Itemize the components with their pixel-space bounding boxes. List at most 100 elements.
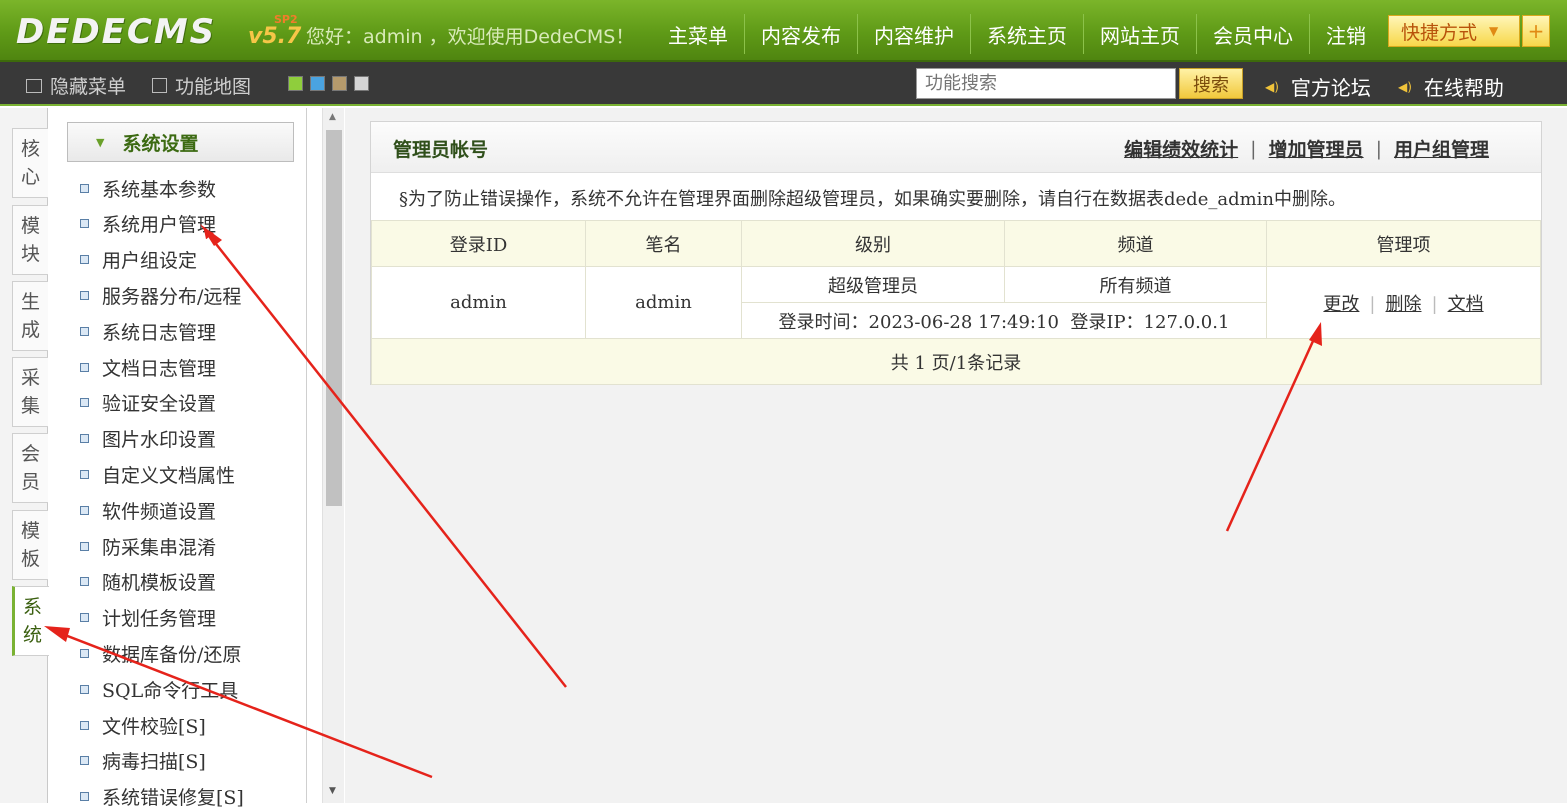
menu-item[interactable]: 自定义文档属性 bbox=[80, 459, 235, 489]
skin-switcher bbox=[288, 76, 376, 91]
nav-website-home[interactable]: 网站主页 bbox=[1083, 14, 1196, 54]
link-separator: | bbox=[1369, 293, 1376, 315]
bullet-icon bbox=[80, 720, 89, 730]
quick-access-label: 快捷方式 bbox=[1401, 21, 1478, 44]
nav-main-menu[interactable]: 主菜单 bbox=[652, 14, 744, 54]
search-button[interactable]: 搜索 bbox=[1179, 68, 1243, 99]
scroll-thumb[interactable] bbox=[326, 130, 342, 506]
menu-item-label: 系统基本参数 bbox=[102, 178, 217, 201]
panel-title: 管理员帐号 bbox=[393, 139, 489, 161]
skin-blue-swatch[interactable] bbox=[310, 76, 325, 91]
tab-label: 会员 bbox=[20, 443, 40, 493]
menu-item-label: 文档日志管理 bbox=[102, 357, 217, 380]
menu-item[interactable]: 用户组设定 bbox=[80, 245, 197, 275]
table-header-row: 登录ID 笔名 级别 频道 管理项 bbox=[371, 220, 1541, 267]
skin-gray-swatch[interactable] bbox=[354, 76, 369, 91]
scroll-down-arrow-icon[interactable]: ▼ bbox=[329, 786, 336, 796]
official-forum-link[interactable]: ◀) 官方论坛 bbox=[1265, 72, 1371, 101]
menu-item[interactable]: 文件校验[S] bbox=[80, 710, 206, 740]
admin-table: 登录ID 笔名 级别 频道 管理项 admin admin 超级管理员 所有频道… bbox=[371, 220, 1541, 385]
bullet-icon bbox=[80, 398, 89, 408]
top-nav: 主菜单 内容发布 内容维护 系统主页 网站主页 会员中心 注销 bbox=[652, 14, 1382, 54]
skin-green-swatch[interactable] bbox=[288, 76, 303, 91]
menu-item-label: 数据库备份/还原 bbox=[102, 643, 242, 666]
function-search-input[interactable] bbox=[916, 68, 1176, 99]
bullet-icon bbox=[80, 290, 89, 300]
column-header: 登录ID bbox=[371, 220, 586, 267]
menu-item[interactable]: 图片水印设置 bbox=[80, 424, 216, 454]
menu-item[interactable]: 病毒扫描[S] bbox=[80, 746, 206, 776]
tab-label: 采集 bbox=[20, 367, 40, 417]
menu-item[interactable]: 系统基本参数 bbox=[80, 173, 216, 203]
menu-item-label: 图片水印设置 bbox=[102, 429, 217, 452]
nav-system-home[interactable]: 系统主页 bbox=[970, 14, 1083, 54]
nav-content-maintain[interactable]: 内容维护 bbox=[857, 14, 970, 54]
top-header: DEDECMS SP2 v5.7 您好：admin ，欢迎使用DedeCMS！ … bbox=[0, 0, 1567, 62]
level-cell: 超级管理员 bbox=[741, 266, 1005, 303]
tab-label: 生成 bbox=[20, 291, 40, 341]
menu-item-label: 病毒扫描[S] bbox=[102, 751, 206, 774]
tab-template[interactable]: 模板 bbox=[12, 510, 48, 580]
tab-label: 核心 bbox=[20, 138, 40, 188]
nav-content-publish[interactable]: 内容发布 bbox=[744, 14, 857, 54]
bullet-icon bbox=[80, 255, 89, 265]
user-group-link[interactable]: 用户组管理 bbox=[1394, 135, 1489, 162]
add-quick-button[interactable]: + bbox=[1522, 15, 1550, 47]
bullet-icon bbox=[80, 183, 89, 193]
tab-generate[interactable]: 生成 bbox=[12, 281, 48, 351]
edit-link[interactable]: 更改 bbox=[1323, 294, 1359, 315]
menu-item[interactable]: SQL命令行工具 bbox=[80, 674, 238, 704]
nav-member-center[interactable]: 会员中心 bbox=[1196, 14, 1309, 54]
menu-section-title: 系统设置 bbox=[122, 132, 199, 155]
menu-item-label: 文件校验[S] bbox=[102, 715, 206, 738]
panel-links: 编辑绩效统计 | 增加管理员 | 用户组管理 bbox=[1124, 135, 1489, 162]
column-header: 级别 bbox=[741, 220, 1005, 267]
online-help-link[interactable]: ◀) 在线帮助 bbox=[1398, 72, 1504, 101]
function-map-button[interactable]: 功能地图 bbox=[152, 72, 251, 99]
menu-item[interactable]: 软件频道设置 bbox=[80, 495, 216, 525]
performance-stats-link[interactable]: 编辑绩效统计 bbox=[1124, 135, 1238, 162]
menu-item[interactable]: 数据库备份/还原 bbox=[80, 638, 241, 668]
menu-item[interactable]: 系统日志管理 bbox=[80, 316, 216, 346]
tab-label: 模块 bbox=[20, 215, 40, 265]
table-row: admin admin 超级管理员 所有频道 更改 | 删除 | 文档 bbox=[371, 266, 1541, 339]
online-help-label: 在线帮助 bbox=[1423, 76, 1504, 100]
tab-core[interactable]: 核心 bbox=[12, 128, 48, 198]
menu-item[interactable]: 防采集串混淆 bbox=[80, 531, 216, 561]
menu-item-label: SQL命令行工具 bbox=[102, 679, 239, 702]
tab-modules[interactable]: 模块 bbox=[12, 205, 48, 275]
official-forum-label: 官方论坛 bbox=[1290, 76, 1371, 100]
bullet-icon bbox=[80, 648, 89, 658]
menu-item[interactable]: 计划任务管理 bbox=[80, 603, 216, 633]
login-info-cell: 登录时间：2023-06-28 17:49:10 登录IP：127.0.0.1 bbox=[741, 302, 1267, 339]
bullet-icon bbox=[80, 792, 89, 802]
nav-logout[interactable]: 注销 bbox=[1309, 14, 1382, 54]
table-footer-row: 共 1 页/1条记录 bbox=[371, 338, 1541, 385]
tab-label: 系统 bbox=[22, 596, 42, 646]
hide-menu-button[interactable]: 隐藏菜单 bbox=[26, 72, 126, 99]
menu-item[interactable]: 服务器分布/远程 bbox=[80, 280, 241, 310]
bullet-icon bbox=[80, 469, 89, 479]
tab-collect[interactable]: 采集 bbox=[12, 357, 48, 427]
chevron-down-icon: ▼ bbox=[1489, 24, 1499, 38]
add-admin-link[interactable]: 增加管理员 bbox=[1269, 135, 1364, 162]
menu-item[interactable]: 系统错误修复[S] bbox=[80, 782, 244, 812]
menu-item[interactable]: 验证安全设置 bbox=[80, 388, 216, 418]
menu-item[interactable]: 随机模板设置 bbox=[80, 567, 216, 597]
skin-brown-swatch[interactable] bbox=[332, 76, 347, 91]
menu-scrollbar[interactable]: ▲ ▼ bbox=[322, 108, 344, 803]
menu-item-label: 系统错误修复[S] bbox=[102, 787, 244, 810]
quick-access-dropdown[interactable]: 快捷方式 ▼ bbox=[1388, 15, 1520, 47]
delete-link[interactable]: 删除 bbox=[1386, 294, 1422, 315]
menu-section-header[interactable]: ▼ 系统设置 bbox=[67, 122, 294, 162]
menu-item-label: 计划任务管理 bbox=[102, 608, 217, 631]
scroll-up-arrow-icon[interactable]: ▲ bbox=[329, 112, 336, 122]
menu-item[interactable]: 文档日志管理 bbox=[80, 352, 216, 382]
tab-member[interactable]: 会员 bbox=[12, 433, 48, 503]
grid-icon bbox=[152, 78, 167, 93]
bullet-icon bbox=[80, 613, 89, 623]
tab-system[interactable]: 系统 bbox=[12, 586, 50, 656]
menu-item[interactable]: 系统用户管理 bbox=[80, 209, 216, 239]
menu-item-label: 用户组设定 bbox=[102, 250, 198, 273]
documents-link[interactable]: 文档 bbox=[1448, 294, 1484, 315]
